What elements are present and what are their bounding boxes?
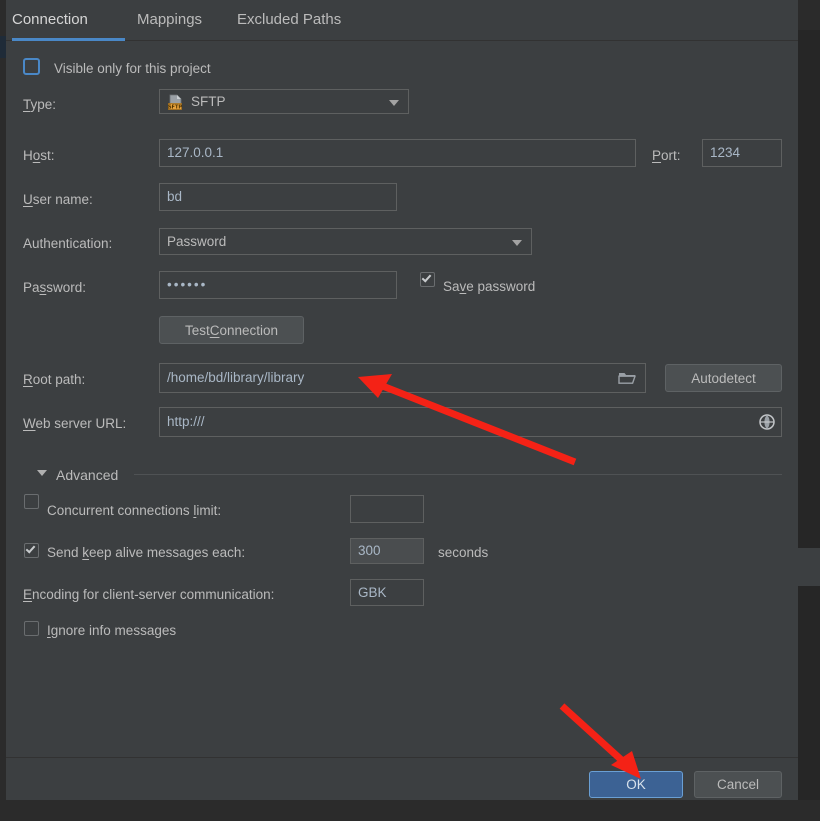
right-strip-editor-lower [798, 586, 820, 800]
advanced-divider [134, 474, 782, 475]
tab-mappings[interactable]: Mappings [137, 0, 202, 40]
save-password-checkbox[interactable] [420, 272, 435, 287]
type-combo-value: SFTP [191, 94, 226, 109]
bottom-status-band [0, 800, 820, 821]
chevron-down-icon [512, 239, 522, 246]
advanced-collapse-icon[interactable] [37, 470, 47, 476]
footer-separator [6, 757, 798, 758]
port-label-rest: ort: [661, 148, 681, 163]
encoding-label-rest: ncoding for client-server communication: [32, 587, 275, 602]
cancel-button[interactable]: Cancel [694, 771, 782, 798]
autodetect-button[interactable]: Autodetect [665, 364, 782, 392]
svg-text:SFTP: SFTP [168, 104, 182, 110]
sftp-file-icon: SFTP [168, 94, 182, 110]
concurrent-connections-input[interactable] [350, 495, 424, 523]
type-label-rest: ype: [30, 97, 57, 112]
check-icon [25, 543, 36, 554]
right-strip-editor-upper [798, 30, 820, 548]
save-password-label: Save password [443, 279, 536, 294]
advanced-title: Advanced [56, 467, 119, 483]
active-tab-underline [12, 38, 125, 41]
save-password-label-rest: e password [466, 279, 536, 294]
root-path-label: Root path: [23, 372, 86, 387]
right-strip-button-box[interactable] [798, 548, 820, 586]
keep-alive-label: Send keep alive messages each: [47, 545, 246, 560]
visible-only-checkbox[interactable] [23, 58, 40, 75]
password-label: Password: [23, 280, 87, 295]
host-label: Host: [23, 148, 55, 163]
port-input[interactable]: 1234 [702, 139, 782, 167]
encoding-label: Encoding for client-server communication… [23, 587, 275, 602]
host-label-rest: st: [40, 148, 55, 163]
test-connection-button[interactable]: Test Connection [159, 316, 304, 344]
dialog-tabbar: Connection Mappings Excluded Paths [6, 0, 798, 44]
visible-only-label: Visible only for this project [54, 61, 211, 76]
web-server-url-label-rest: eb server URL: [35, 416, 127, 431]
folder-icon[interactable] [618, 370, 636, 386]
password-input[interactable]: •••••• [159, 271, 397, 299]
globe-icon[interactable] [758, 413, 776, 431]
username-input[interactable]: bd [159, 183, 397, 211]
chevron-down-icon [389, 99, 399, 106]
concurrent-connections-checkbox[interactable] [24, 494, 39, 509]
type-label: Type: [23, 97, 57, 112]
concurrent-connections-label-rest: imit: [196, 503, 222, 518]
root-path-input[interactable]: /home/bd/library/library [159, 363, 646, 393]
authentication-combo-value: Password [167, 234, 227, 249]
username-label: User name: [23, 192, 93, 207]
right-strip-top [798, 0, 820, 30]
ignore-info-label-rest: gnore info messages [50, 623, 177, 638]
concurrent-connections-label: Concurrent connections limit: [47, 503, 222, 518]
web-server-url-label: Web server URL: [23, 416, 127, 431]
password-label-rest: sword: [46, 280, 87, 295]
port-label: Port: [652, 148, 681, 163]
check-icon [421, 272, 432, 283]
keep-alive-unit-label: seconds [438, 545, 489, 560]
authentication-combo[interactable]: Password [159, 228, 532, 255]
type-combo[interactable]: SFTP SFTP [159, 89, 409, 114]
host-input[interactable]: 127.0.0.1 [159, 139, 636, 167]
username-label-rest: ser name: [32, 192, 93, 207]
authentication-label: Authentication: [23, 236, 113, 251]
tab-excluded-paths[interactable]: Excluded Paths [237, 0, 341, 40]
ignore-info-label: Ignore info messages [47, 623, 177, 638]
web-server-url-input[interactable]: http:/// [159, 407, 782, 437]
tab-connection[interactable]: Connection [12, 0, 88, 40]
deployment-connection-dialog: Connection Mappings Excluded Paths Visib… [6, 0, 798, 800]
keep-alive-label-rest: eep alive messages each: [89, 545, 246, 560]
ok-button[interactable]: OK [589, 771, 683, 798]
ide-window: Connection Mappings Excluded Paths Visib… [0, 0, 820, 821]
keep-alive-input[interactable]: 300 [350, 538, 424, 564]
root-path-label-rest: oot path: [32, 372, 86, 387]
ignore-info-checkbox[interactable] [24, 621, 39, 636]
keep-alive-checkbox[interactable] [24, 543, 39, 558]
encoding-combo[interactable]: GBK [350, 579, 424, 606]
